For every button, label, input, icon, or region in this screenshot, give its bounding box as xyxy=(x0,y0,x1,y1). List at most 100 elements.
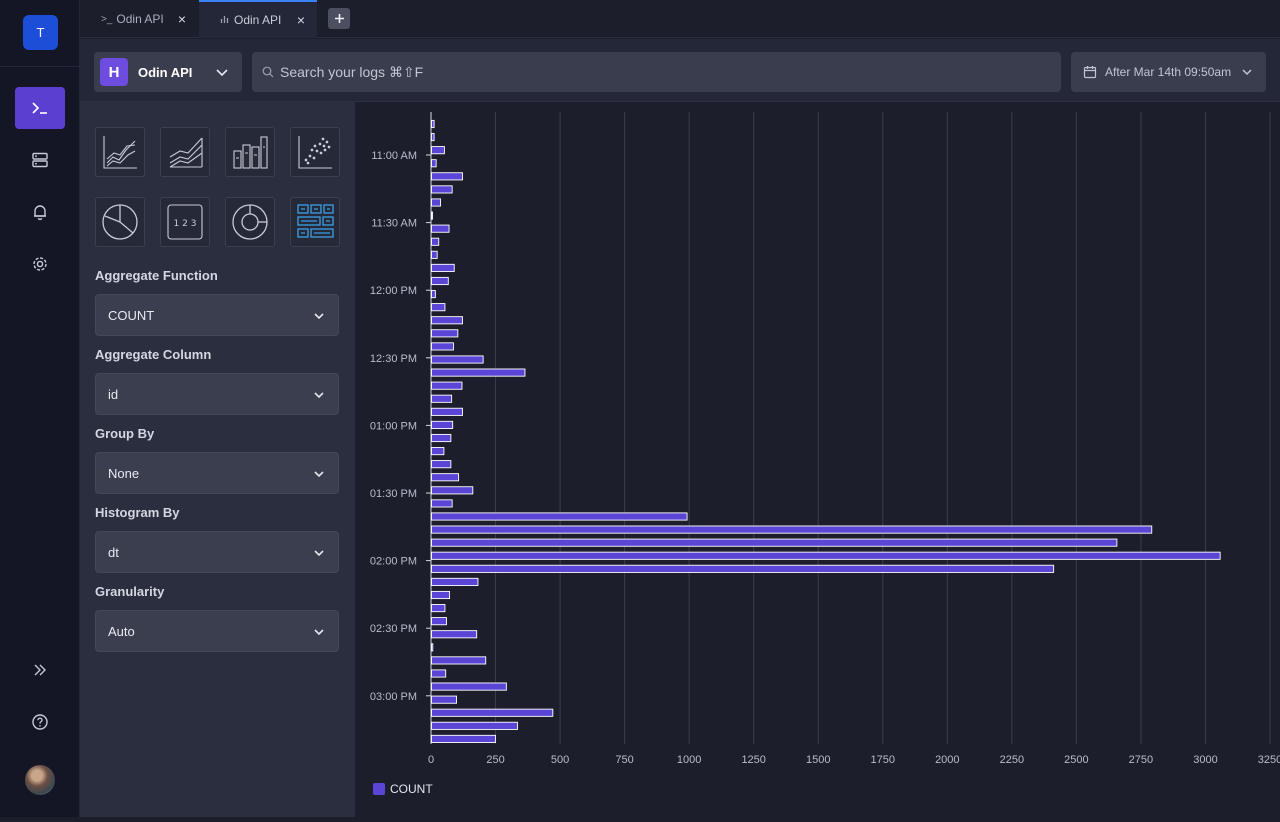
user-avatar[interactable] xyxy=(25,765,55,795)
bar xyxy=(431,185,453,194)
x-tick-label: 2250 xyxy=(1000,754,1024,766)
nav-sources-button[interactable] xyxy=(15,139,65,181)
y-tick-label: 11:00 AM xyxy=(371,150,417,162)
donut-chart-icon xyxy=(232,204,268,240)
x-tick-label: 750 xyxy=(615,754,633,766)
nav-settings-button[interactable] xyxy=(15,243,65,285)
bar xyxy=(431,276,449,286)
aggregate-function-label: Aggregate Function xyxy=(95,268,218,283)
terminal-icon xyxy=(32,102,47,114)
viz-type-table[interactable] xyxy=(290,197,340,247)
bar xyxy=(431,525,1153,534)
y-tick-label: 11:30 AM xyxy=(371,218,417,230)
close-icon[interactable]: × xyxy=(178,11,186,27)
bar xyxy=(431,577,479,586)
chart-area: 0 250 500 750 1000 1250 1500 1750 2000 2250 2500 27… xyxy=(355,102,1280,817)
group-by-select[interactable]: None xyxy=(95,452,339,494)
viz-type-number[interactable]: 1 2 3 xyxy=(160,197,210,247)
double-chevron-right-icon xyxy=(34,664,46,676)
viz-type-line[interactable] xyxy=(95,127,145,177)
legend-label: COUNT xyxy=(390,782,433,796)
bar xyxy=(431,734,496,743)
source-selector[interactable]: H Odin API xyxy=(94,52,242,92)
bar xyxy=(431,433,452,443)
bar xyxy=(431,447,445,456)
bar xyxy=(431,538,1118,547)
chevron-down-icon xyxy=(314,392,324,399)
table-icon xyxy=(297,204,334,238)
bar xyxy=(431,407,463,416)
help-icon xyxy=(32,714,48,730)
chart-legend[interactable]: COUNT xyxy=(373,782,433,796)
chevron-down-icon xyxy=(216,69,228,77)
y-tick-label: 02:00 PM xyxy=(370,556,417,568)
team-avatar[interactable]: T xyxy=(23,15,58,50)
search-input[interactable] xyxy=(280,64,1040,80)
chevron-down-icon xyxy=(1242,69,1252,76)
bar xyxy=(431,368,526,377)
bar xyxy=(431,237,440,246)
chevron-down-icon xyxy=(314,313,324,320)
date-range-picker[interactable]: After Mar 14th 09:50am xyxy=(1071,52,1266,92)
number-glyph: 1 2 3 xyxy=(174,219,197,229)
bar xyxy=(431,695,457,704)
search-bar xyxy=(252,52,1061,92)
y-tick-label: 01:00 PM xyxy=(370,420,417,432)
bar xyxy=(431,617,447,626)
histogram-by-select[interactable]: dt xyxy=(95,531,339,573)
bar xyxy=(431,303,446,312)
x-tick-label: 1000 xyxy=(677,754,701,766)
bar xyxy=(431,329,459,338)
pie-chart-icon xyxy=(102,204,138,240)
x-tick-label: 250 xyxy=(486,754,504,766)
expand-nav-button[interactable] xyxy=(15,649,65,691)
x-tick-label: 2000 xyxy=(935,754,959,766)
area-chart-icon xyxy=(169,137,203,168)
nav-alerts-button[interactable] xyxy=(15,191,65,233)
tab-label: Odin API xyxy=(116,12,164,26)
tab-live-tail[interactable]: >_ Odin API × xyxy=(80,0,198,38)
bar xyxy=(431,198,441,207)
viz-type-pie[interactable] xyxy=(95,197,145,247)
bar xyxy=(431,159,437,168)
add-tab-button[interactable] xyxy=(328,8,350,29)
viz-type-donut[interactable] xyxy=(225,197,275,247)
bar xyxy=(431,211,433,220)
bar xyxy=(431,133,435,142)
bar xyxy=(431,146,445,155)
y-tick-label: 12:00 PM xyxy=(370,285,417,297)
granularity-label: Granularity xyxy=(95,584,165,599)
granularity-select[interactable]: Auto xyxy=(95,610,339,652)
aggregate-function-select[interactable]: COUNT xyxy=(95,294,339,336)
x-tick-label: 0 xyxy=(428,754,434,766)
source-logo: H xyxy=(100,58,128,86)
terminal-icon: >_ xyxy=(101,13,113,25)
chart-icon xyxy=(220,14,230,27)
nav-live-tail-button[interactable] xyxy=(15,87,65,129)
viz-type-bar[interactable] xyxy=(225,127,275,177)
bar xyxy=(431,290,436,299)
y-tick-label: 12:30 PM xyxy=(370,353,417,365)
tab-chart[interactable]: Odin API × xyxy=(199,0,317,38)
viz-type-area[interactable] xyxy=(160,127,210,177)
bar xyxy=(431,499,453,508)
date-range-label: After Mar 14th 09:50am xyxy=(1105,65,1232,79)
left-nav: T xyxy=(0,0,80,817)
gear-icon xyxy=(33,257,47,271)
aggregate-column-select[interactable]: id xyxy=(95,373,339,415)
histogram-by-label: Histogram By xyxy=(95,505,180,520)
help-button[interactable] xyxy=(15,701,65,743)
x-tick-label: 3000 xyxy=(1193,754,1217,766)
close-icon[interactable]: × xyxy=(297,12,305,28)
y-tick-label: 01:30 PM xyxy=(370,488,417,500)
viz-type-scatter[interactable] xyxy=(290,127,340,177)
bar xyxy=(431,721,518,730)
bar xyxy=(431,512,688,521)
y-tick-label: 03:00 PM xyxy=(370,691,417,703)
number-icon: 1 2 3 xyxy=(167,204,203,240)
bar xyxy=(431,708,554,717)
query-toolbar: H Odin API After Mar 14th 09:50am xyxy=(80,39,1280,102)
chevron-down-icon xyxy=(314,629,324,636)
tab-bar: >_ Odin API × Odin API × xyxy=(80,0,1280,38)
chevron-down-icon xyxy=(314,550,324,557)
